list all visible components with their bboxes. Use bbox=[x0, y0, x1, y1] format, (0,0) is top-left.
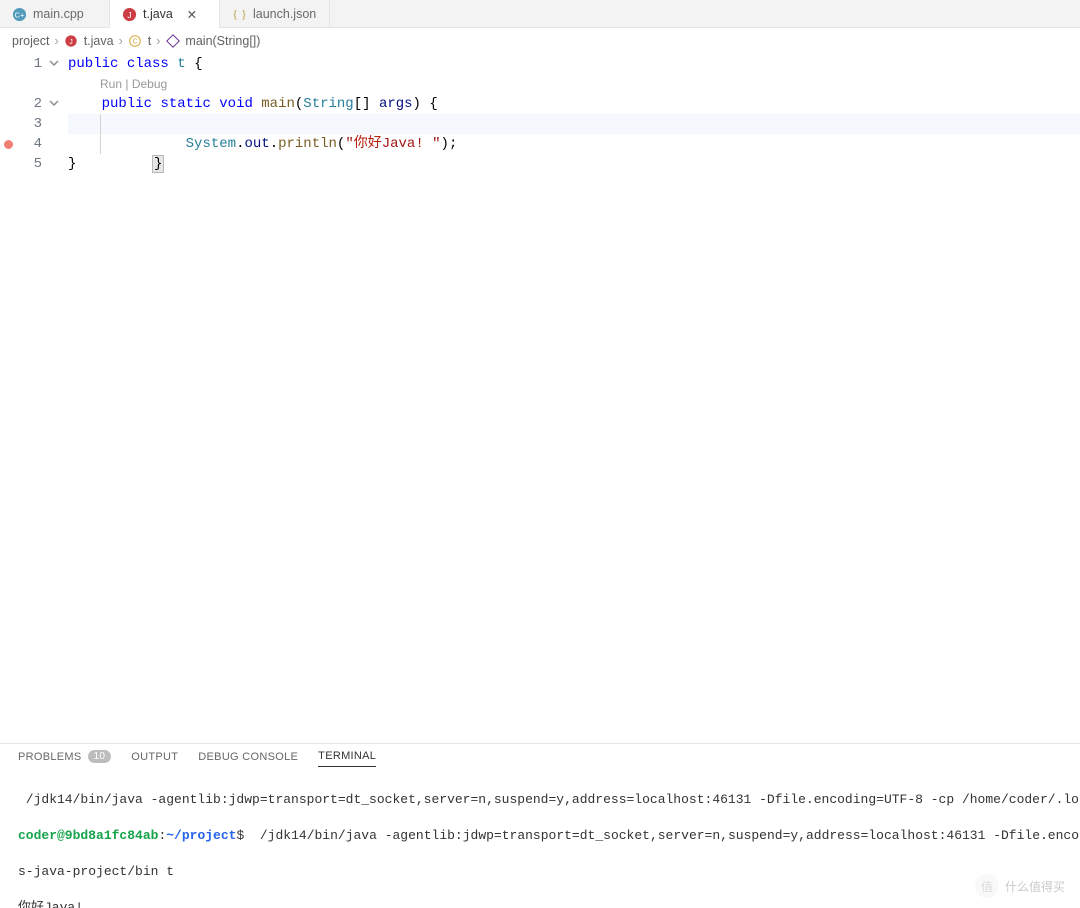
json-file-icon: { } bbox=[232, 7, 247, 22]
tab-main-cpp[interactable]: C+ main.cpp bbox=[0, 0, 110, 28]
line-number: 2 bbox=[0, 94, 68, 114]
terminal-line: s-java-project/bin t bbox=[18, 863, 1062, 881]
crumb-file[interactable]: t.java bbox=[84, 34, 114, 48]
crumb-project[interactable]: project bbox=[12, 34, 50, 48]
fold-icon[interactable] bbox=[48, 97, 60, 109]
terminal-output: 你好Java! bbox=[18, 899, 1062, 908]
codelens-debug[interactable]: Debug bbox=[132, 77, 167, 91]
tab-label: t.java bbox=[143, 7, 173, 21]
gutter: 1 2 3 4 5 bbox=[0, 54, 68, 743]
crumb-method[interactable]: main(String[]) bbox=[185, 34, 260, 48]
code-line: } bbox=[68, 154, 1080, 174]
method-icon bbox=[165, 34, 180, 49]
line-number: 5 bbox=[0, 154, 68, 174]
codelens-run[interactable]: Run bbox=[100, 77, 122, 91]
tab-label: launch.json bbox=[253, 7, 316, 21]
terminal-line: /jdk14/bin/java -agentlib:jdwp=transport… bbox=[18, 791, 1062, 809]
problems-count-badge: 10 bbox=[88, 750, 112, 763]
terminal[interactable]: /jdk14/bin/java -agentlib:jdwp=transport… bbox=[0, 771, 1080, 908]
code-line-current: System.out.println("你好Java! "); bbox=[68, 114, 1080, 134]
breadcrumb: project › J t.java › C t › main(String[]… bbox=[0, 28, 1080, 54]
chevron-right-icon: › bbox=[119, 34, 123, 48]
code-line: } bbox=[68, 134, 1080, 154]
line-number: 1 bbox=[0, 54, 68, 74]
code-line: public static void main(String[] args) { bbox=[68, 94, 1080, 114]
bottom-panel: PROBLEMS 10 OUTPUT DEBUG CONSOLE TERMINA… bbox=[0, 743, 1080, 908]
panel-tab-output[interactable]: OUTPUT bbox=[131, 751, 178, 767]
tab-t-java[interactable]: J t.java ✕ bbox=[110, 0, 220, 28]
fold-icon[interactable] bbox=[48, 57, 60, 69]
cpp-file-icon: C+ bbox=[12, 7, 27, 22]
breakpoint-icon[interactable] bbox=[4, 140, 13, 149]
editor-tabs: C+ main.cpp J t.java ✕ { } launch.json bbox=[0, 0, 1080, 28]
codelens: Run | Debug bbox=[68, 74, 1080, 94]
panel-tabs: PROBLEMS 10 OUTPUT DEBUG CONSOLE TERMINA… bbox=[0, 744, 1080, 771]
code-content[interactable]: public class t { Run | Debug public stat… bbox=[68, 54, 1080, 174]
svg-text:C+: C+ bbox=[15, 10, 25, 19]
svg-text:J: J bbox=[127, 9, 131, 19]
tab-label: main.cpp bbox=[33, 7, 84, 21]
crumb-class[interactable]: t bbox=[148, 34, 151, 48]
code-line: public class t { bbox=[68, 54, 1080, 74]
tab-launch-json[interactable]: { } launch.json bbox=[220, 0, 330, 28]
java-file-icon: J bbox=[64, 34, 79, 49]
editor[interactable]: 1 2 3 4 5 public class t { Run | Debug p… bbox=[0, 54, 1080, 743]
chevron-right-icon: › bbox=[156, 34, 160, 48]
panel-tab-debug-console[interactable]: DEBUG CONSOLE bbox=[198, 751, 298, 767]
close-icon[interactable]: ✕ bbox=[185, 7, 199, 22]
chevron-right-icon: › bbox=[55, 34, 59, 48]
terminal-line: coder@9bd8a1fc84ab:~/project$ /jdk14/bin… bbox=[18, 827, 1062, 845]
line-number: 3 bbox=[0, 114, 68, 134]
panel-tab-terminal[interactable]: TERMINAL bbox=[318, 750, 376, 767]
svg-text:J: J bbox=[69, 39, 73, 46]
class-icon: C bbox=[128, 34, 143, 49]
java-file-icon: J bbox=[122, 7, 137, 22]
svg-text:C: C bbox=[133, 39, 138, 46]
panel-tab-problems[interactable]: PROBLEMS 10 bbox=[18, 750, 111, 767]
line-number: 4 bbox=[0, 134, 68, 154]
